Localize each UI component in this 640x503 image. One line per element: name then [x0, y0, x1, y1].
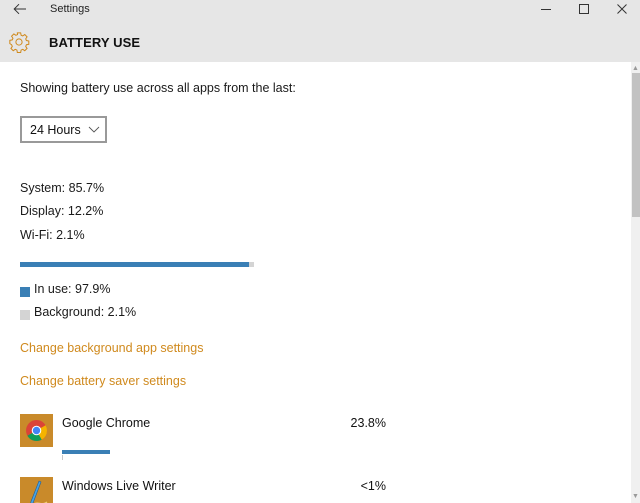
app-percent: 23.8% [350, 416, 386, 430]
usage-bar-in-use [20, 262, 250, 267]
minimize-icon [541, 9, 551, 10]
change-background-app-settings-link[interactable]: Change background app settings [20, 341, 203, 355]
period-dropdown-value: 24 Hours [30, 123, 81, 137]
close-icon [617, 4, 627, 14]
in-use-swatch [20, 287, 30, 297]
period-dropdown[interactable]: 24 Hours [20, 116, 107, 143]
app-name: Google Chrome [62, 416, 151, 430]
app-background-usage-bar [62, 455, 63, 460]
app-percent: <1% [360, 479, 386, 493]
maximize-button[interactable] [564, 0, 604, 18]
title-bar: Settings BATTERY USE [0, 0, 640, 62]
page-title: BATTERY USE [49, 35, 141, 50]
maximize-icon [579, 4, 589, 14]
background-swatch [20, 310, 30, 320]
app-usage-bar [62, 450, 110, 454]
usage-bar [20, 262, 254, 267]
app-name: Windows Live Writer [62, 479, 176, 493]
gear-icon [9, 32, 30, 53]
change-battery-saver-settings-link[interactable]: Change battery saver settings [20, 374, 186, 388]
scroll-up-icon[interactable]: ▲ [631, 64, 640, 73]
scroll-down-icon[interactable]: ▼ [631, 492, 640, 501]
chevron-down-icon [88, 126, 100, 133]
system-usage: System: 85.7% [20, 181, 105, 195]
in-use-label: In use: 97.9% [34, 282, 111, 296]
close-button[interactable] [602, 0, 640, 18]
back-button[interactable] [8, 0, 32, 18]
minimize-button[interactable] [526, 0, 566, 18]
intro-text: Showing battery use across all apps from… [20, 81, 296, 95]
windows-live-writer-icon [20, 477, 53, 503]
chrome-icon [20, 414, 53, 447]
background-label: Background: 2.1% [34, 305, 137, 319]
scrollbar-thumb[interactable] [632, 73, 640, 217]
app-title: Settings [50, 3, 90, 15]
vertical-scrollbar[interactable]: ▲ ▼ [631, 62, 640, 503]
wifi-usage: Wi-Fi: 2.1% [20, 228, 85, 242]
display-usage: Display: 12.2% [20, 204, 104, 218]
arrow-left-icon [13, 3, 26, 15]
